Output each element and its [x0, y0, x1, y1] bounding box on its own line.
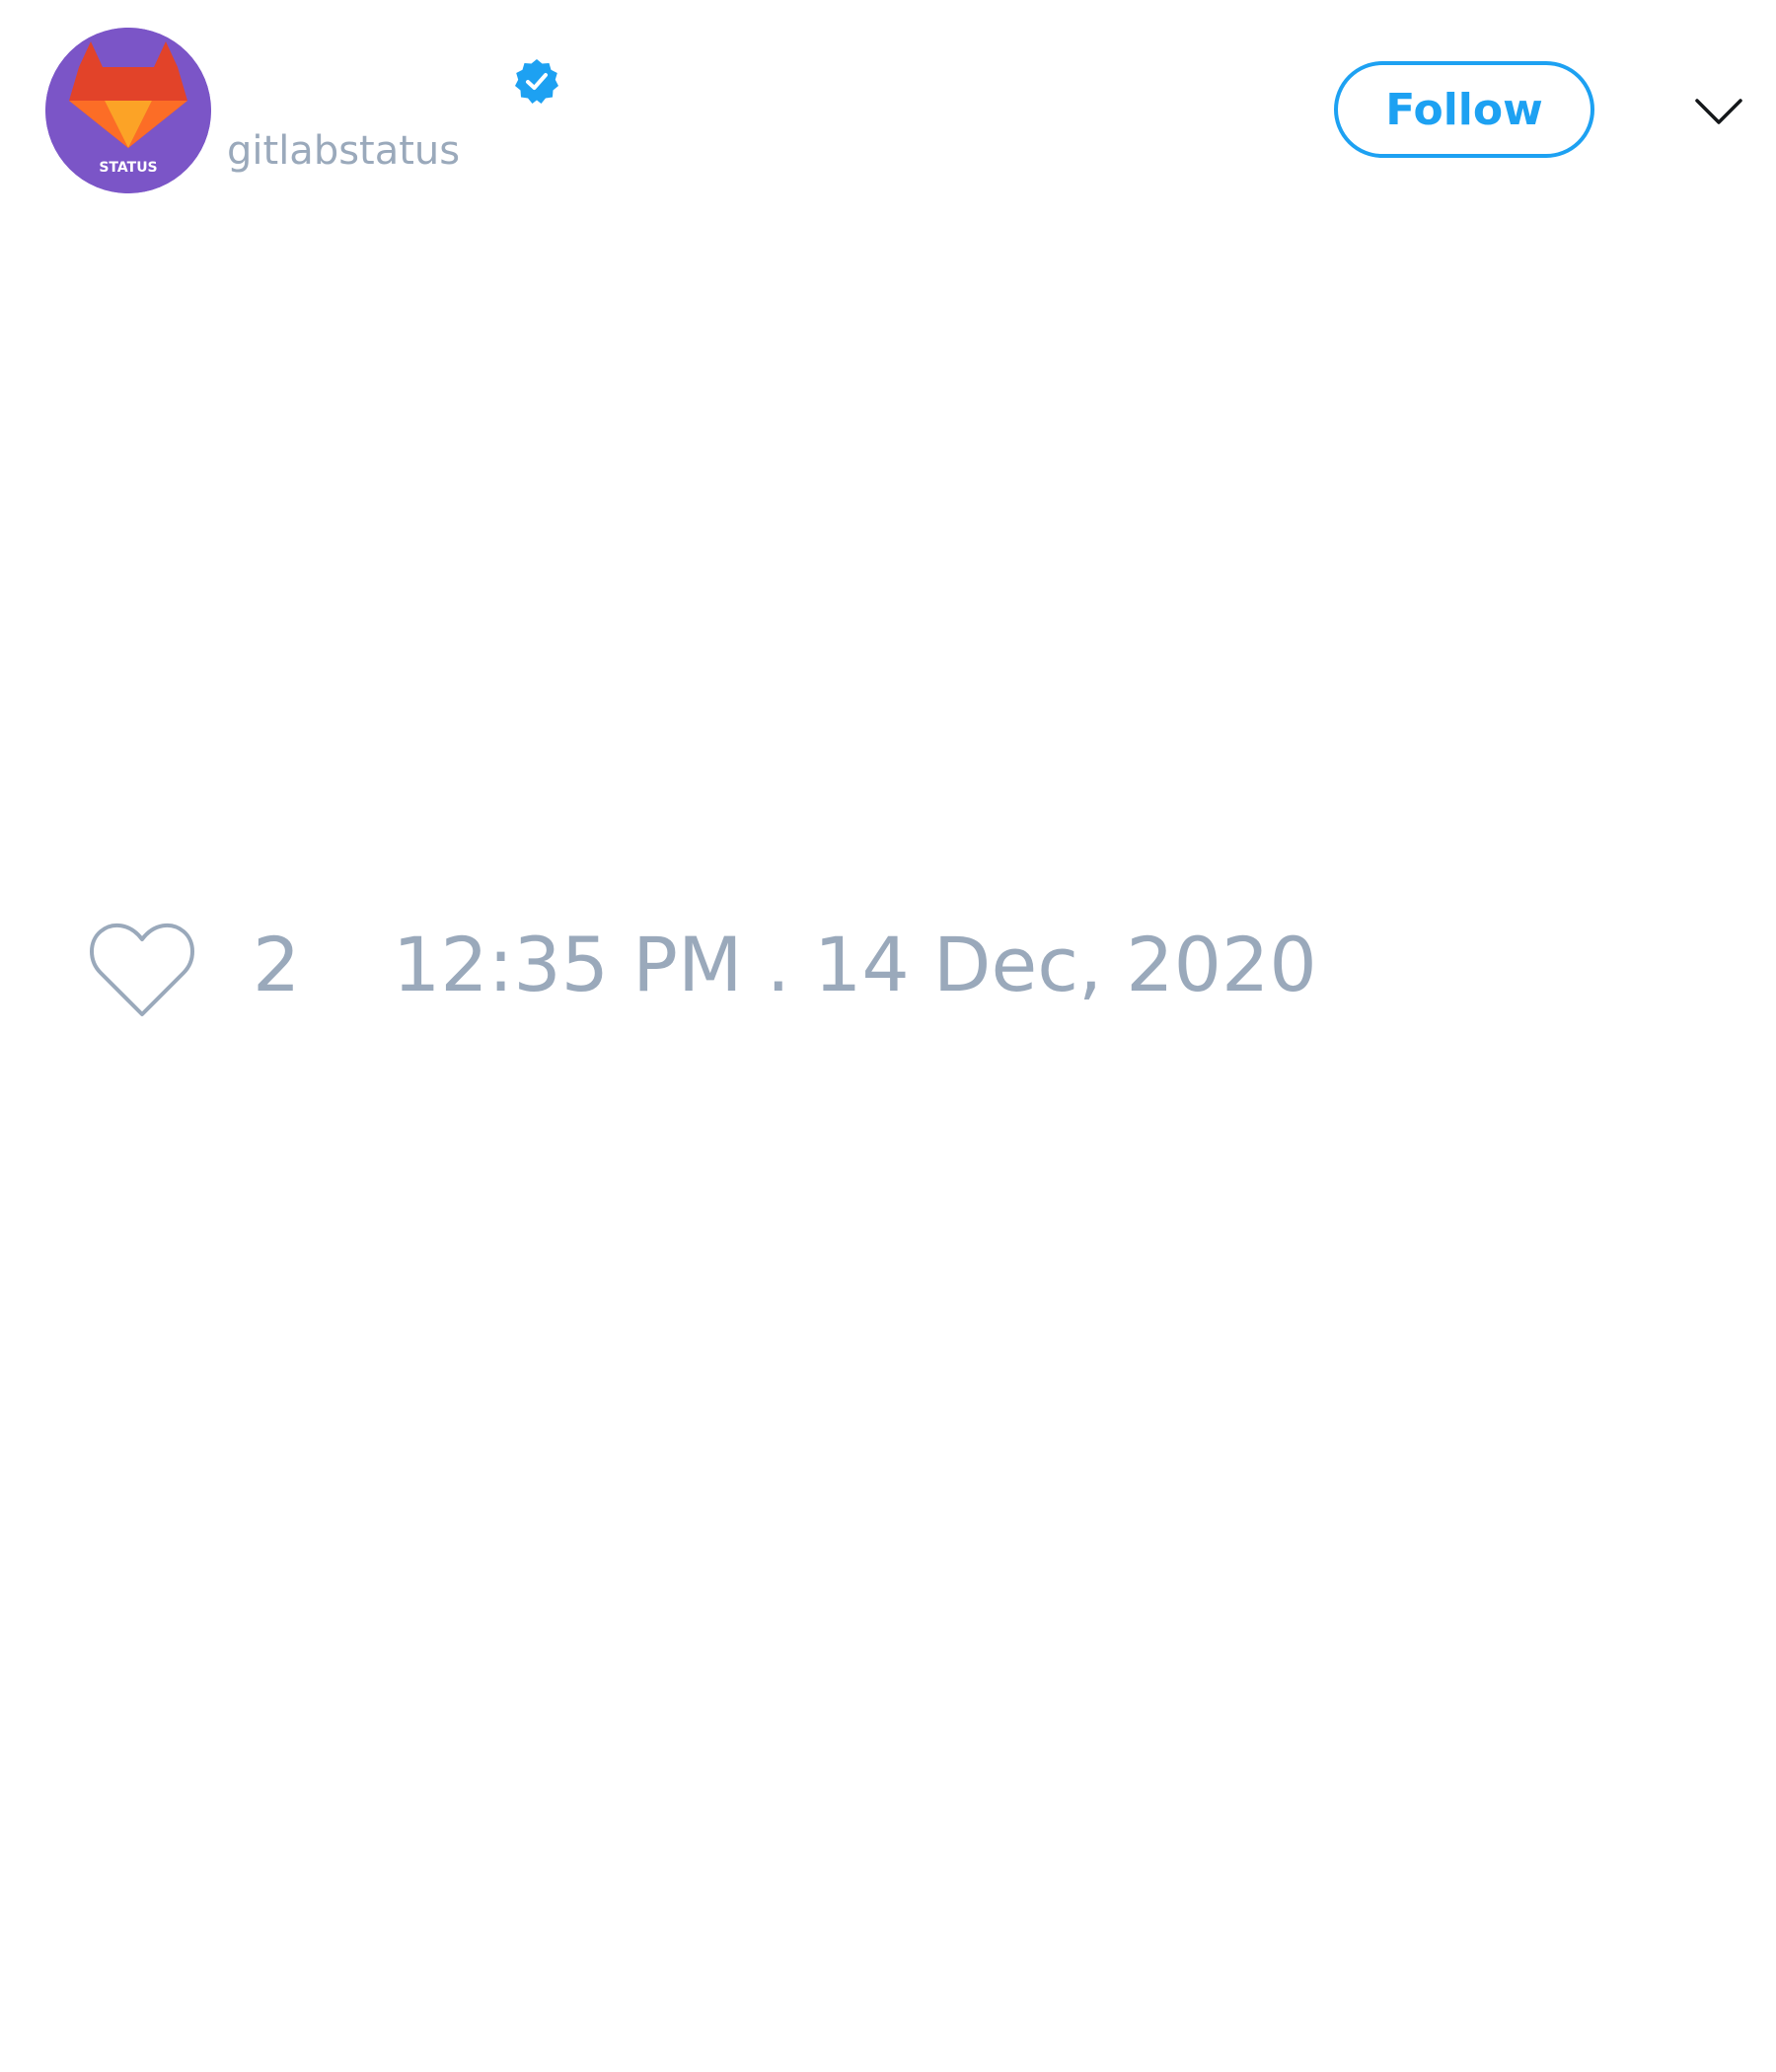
user-handle[interactable]: gitlabstatus: [227, 128, 460, 174]
avatar-logo-text: STATUS: [99, 160, 157, 176]
heart-icon[interactable]: [87, 920, 197, 1018]
chevron-down-icon[interactable]: [1691, 85, 1746, 140]
verified-badge-icon: [513, 57, 560, 105]
tweet-card: STATUS gitlabstatus Follow 2 12:35 PM . …: [0, 0, 1776, 2072]
tweet-timestamp[interactable]: 12:35 PM . 14 Dec, 2020: [393, 923, 1317, 1007]
follow-button[interactable]: Follow: [1334, 61, 1594, 158]
like-count: 2: [253, 921, 301, 1008]
gitlab-status-logo-icon: STATUS: [45, 28, 211, 193]
avatar[interactable]: STATUS: [45, 28, 211, 193]
